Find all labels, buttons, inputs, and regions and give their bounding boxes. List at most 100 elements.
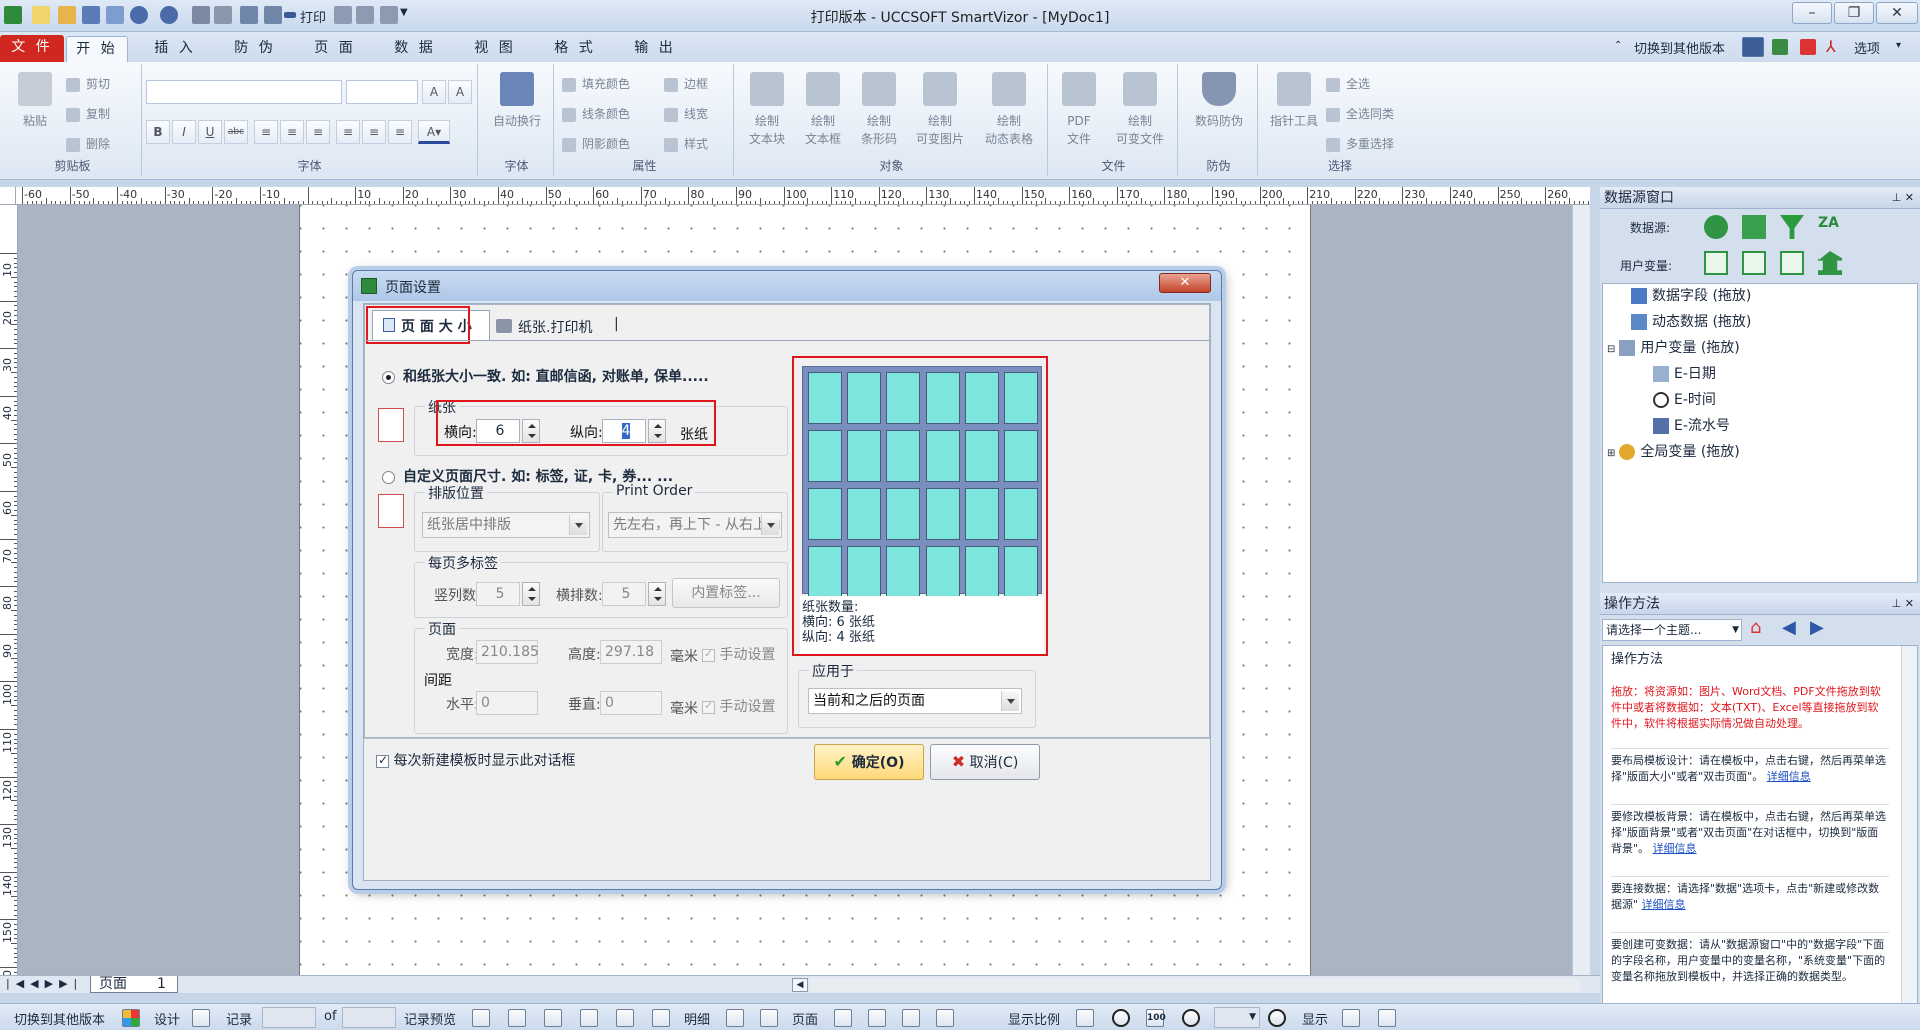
status-page[interactable]: 页面 <box>792 1009 818 1028</box>
status-record-preview[interactable]: 记录预览 <box>404 1009 456 1028</box>
page-prev-icon[interactable] <box>834 1009 852 1027</box>
show-each-time-option[interactable]: ✓ 每次新建模板时显示此对话框 <box>376 750 575 770</box>
line-width-button[interactable]: 线宽 <box>664 104 708 124</box>
filter-icon[interactable] <box>1780 215 1804 239</box>
global-var-icon[interactable] <box>1818 251 1842 275</box>
font-size-select[interactable] <box>346 80 418 104</box>
width-input[interactable]: 210.185 <box>476 640 539 664</box>
collapse-icon[interactable]: ⊟ <box>1607 344 1615 355</box>
howto-pin-close-icon[interactable]: ⊥ ✕ <box>1892 593 1914 615</box>
record-number-input[interactable] <box>262 1007 316 1028</box>
delete-button[interactable]: 删除 <box>66 134 110 154</box>
align-right-button[interactable]: ≡ <box>306 120 330 144</box>
tree-item-uservars[interactable]: ⊟ 用户变量 (拖放) <box>1607 336 1740 360</box>
switch-version-icon[interactable]: ⌃ <box>1614 40 1622 51</box>
shrink-font-button[interactable]: A <box>448 80 472 104</box>
canvas-scrollbar[interactable] <box>1572 205 1590 975</box>
dialog-close-button[interactable]: ✕ <box>1159 273 1211 293</box>
expand-icon[interactable]: ⊞ <box>1607 448 1615 459</box>
bold-button[interactable]: B <box>146 120 170 144</box>
apply-to-select[interactable]: 当前和之后的页面 <box>808 688 1022 714</box>
hgap-input[interactable]: 0 <box>476 691 538 715</box>
manual-size-check[interactable]: ✓ <box>702 647 715 662</box>
options-menu[interactable]: 选项 <box>1854 38 1880 57</box>
strike-button[interactable]: abc <box>224 120 248 144</box>
align-left-button[interactable]: ≡ <box>254 120 278 144</box>
zoom-in-icon[interactable] <box>1112 1009 1130 1027</box>
rows-input[interactable]: 5 <box>602 582 646 606</box>
cancel-button[interactable]: ✖ 取消(C) <box>930 744 1040 780</box>
vgap-input[interactable]: 0 <box>600 691 662 715</box>
ok-button[interactable]: ✔ 确定(O) <box>814 744 924 780</box>
underline-button[interactable]: U <box>198 120 222 144</box>
edit-source-icon[interactable] <box>1742 215 1766 239</box>
prev-record-icon[interactable] <box>544 1009 562 1027</box>
draw-image-button[interactable]: 绘制 可变图片 <box>908 68 972 148</box>
font-color-button[interactable]: A▾ <box>418 120 450 144</box>
height-input[interactable]: 297.18 <box>600 640 662 664</box>
style-button[interactable]: 样式 <box>664 134 708 154</box>
radio-same-as-paper[interactable] <box>382 370 395 384</box>
pdf-file-button[interactable]: PDF 文件 <box>1054 68 1104 148</box>
preview-toggle-icon[interactable] <box>472 1009 490 1027</box>
delete-var-icon[interactable] <box>1780 251 1804 275</box>
horizontal-scrollbar[interactable] <box>810 978 1580 992</box>
draw-barcode-button[interactable]: 绘制 条形码 <box>852 68 906 148</box>
line-color-button[interactable]: 线条颜色 <box>562 104 630 124</box>
pdf-icon[interactable]: ⅄ <box>1826 39 1842 55</box>
add-var-icon[interactable] <box>1704 251 1728 275</box>
layout-position-select[interactable]: 纸张居中排版 <box>422 512 590 538</box>
pointer-tool-button[interactable]: 指针工具 <box>1264 68 1324 130</box>
zoom-100-icon[interactable]: 100 <box>1146 1009 1166 1027</box>
tab-insert[interactable]: 插 入 <box>140 36 210 62</box>
sheet-nav-arrows-icon[interactable]: |◀◀▶▶| <box>6 977 83 990</box>
tree-item-fields[interactable]: 数据字段 (拖放) <box>1631 284 1751 308</box>
print-order-select[interactable]: 先左右，再上下 - 从右上角开始 <box>608 512 782 538</box>
tab-paper-printer[interactable]: 纸张.打印机 | <box>492 314 622 340</box>
draw-text-button[interactable]: 绘制 文本块 <box>740 68 794 148</box>
edit-var-icon[interactable] <box>1742 251 1766 275</box>
grid-color-icon[interactable] <box>122 1009 140 1027</box>
database-icon[interactable] <box>1704 215 1728 239</box>
last-record-icon[interactable] <box>652 1009 670 1027</box>
draw-table-button[interactable]: 绘制 动态表格 <box>974 68 1044 148</box>
next-record-icon[interactable] <box>616 1009 634 1027</box>
howto-p4-link[interactable]: 详细信息 <box>1642 898 1686 911</box>
shadow-color-button[interactable]: 阴影颜色 <box>562 134 630 154</box>
manual-gap-checkbox[interactable]: ✓ 手动设置 <box>702 696 775 716</box>
tab-page[interactable]: 页 面 <box>300 36 370 62</box>
hscroll-left-icon[interactable]: ◀ <box>792 978 808 992</box>
tree-item-time[interactable]: E-时间 <box>1653 388 1716 412</box>
cols-input[interactable]: 5 <box>476 582 520 606</box>
tab-output[interactable]: 输 出 <box>620 36 690 62</box>
page-next-icon[interactable] <box>902 1009 920 1027</box>
auto-wrap-button[interactable]: 自动换行 <box>484 68 550 130</box>
options-arrow-icon[interactable]: ▾ <box>1896 40 1901 51</box>
valign-middle-button[interactable]: ≡ <box>362 120 386 144</box>
tree-item-global[interactable]: ⊞ 全局变量 (拖放) <box>1607 440 1740 464</box>
zoom-fit-width-icon[interactable] <box>1076 1009 1094 1027</box>
show-ruler-icon[interactable] <box>1342 1009 1360 1027</box>
cut-button[interactable]: 剪切 <box>66 74 110 94</box>
page-last-icon[interactable] <box>936 1009 954 1027</box>
howto-p2-link[interactable]: 详细信息 <box>1767 770 1811 783</box>
detail-prev-icon[interactable] <box>726 1009 744 1027</box>
status-design[interactable]: 设计 <box>154 1009 180 1028</box>
first-record-icon[interactable] <box>508 1009 526 1027</box>
minimize-button[interactable]: – <box>1792 2 1832 24</box>
find-record-icon[interactable] <box>580 1009 598 1027</box>
sheet-tab-page[interactable]: 页面 1 <box>90 976 178 993</box>
switch-version-link[interactable]: 切换到其他版本 <box>1634 38 1725 57</box>
radio-custom-size[interactable] <box>382 470 395 484</box>
rows-spinner[interactable] <box>648 582 666 606</box>
cols-spinner[interactable] <box>522 582 540 606</box>
pin-close-icon[interactable]: ⊥ ✕ <box>1892 187 1914 209</box>
close-button[interactable]: ✕ <box>1876 2 1918 24</box>
howto-p3-link[interactable]: 详细信息 <box>1653 842 1697 855</box>
option-same-as-paper[interactable]: 和纸张大小一致. 如: 直邮信函, 对账单, 保单..... <box>382 366 709 386</box>
sort-icon[interactable]: ZA <box>1818 215 1842 239</box>
detail-next-icon[interactable] <box>760 1009 778 1027</box>
status-detail[interactable]: 明细 <box>684 1009 710 1028</box>
multi-select-button[interactable]: 多重选择 <box>1326 134 1394 154</box>
show-grid-icon[interactable] <box>1378 1009 1396 1027</box>
